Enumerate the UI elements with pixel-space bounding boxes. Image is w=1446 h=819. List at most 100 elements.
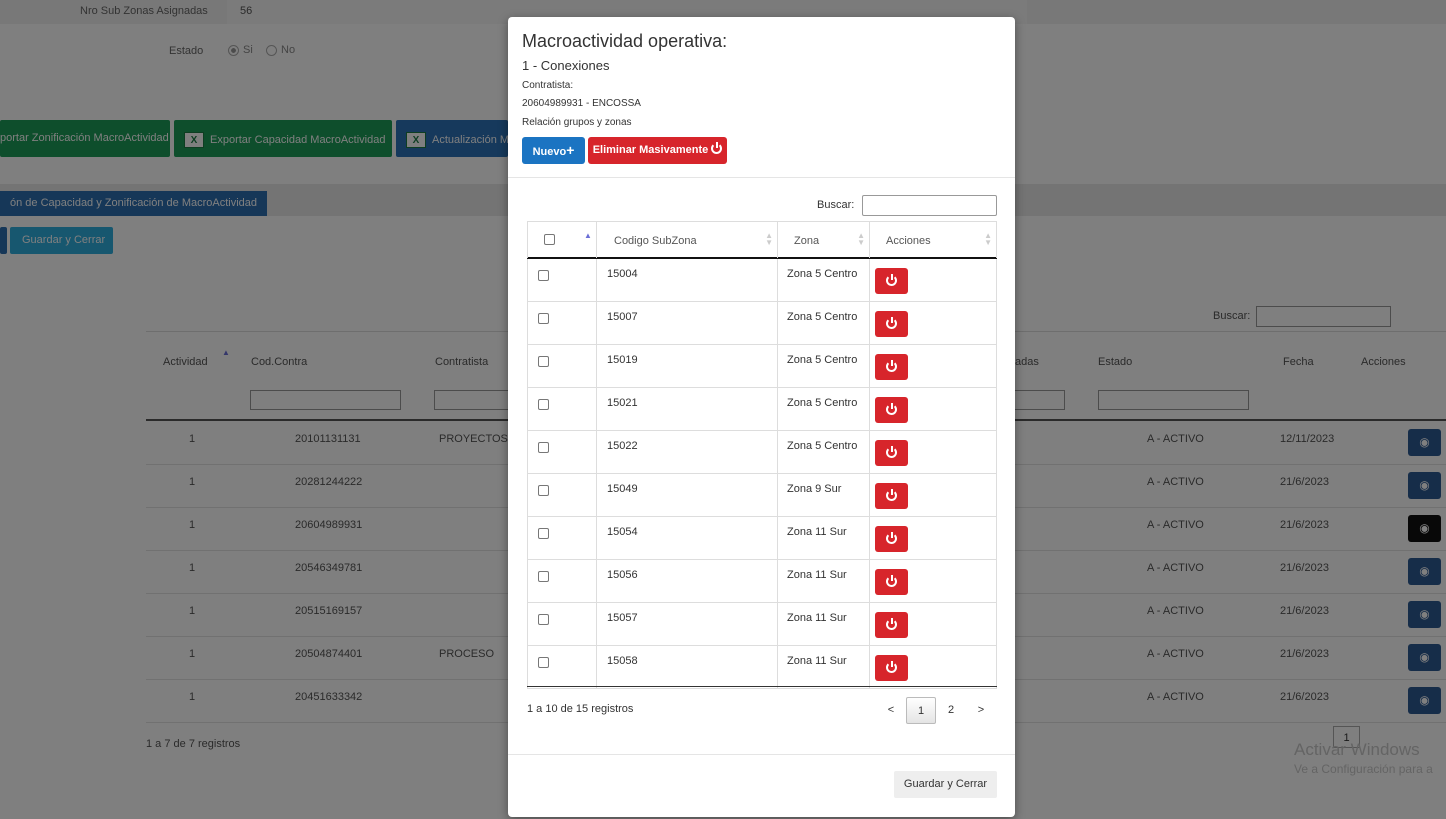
codigo-value: 15049 (607, 483, 638, 495)
row-select-cell (527, 646, 597, 689)
codigo-value: 15007 (607, 311, 638, 323)
power-icon (886, 360, 897, 372)
row-select-cell (527, 560, 597, 603)
delete-row-button[interactable] (875, 268, 908, 294)
th-acciones-label: Acciones (886, 235, 931, 247)
plus-icon: + (566, 142, 575, 158)
codigo-cell: 15054 (597, 517, 778, 560)
codigo-value: 15056 (607, 569, 638, 581)
codigo-value: 15057 (607, 612, 638, 624)
zona-cell: Zona 5 Centro (778, 302, 870, 345)
row-select-cell (527, 345, 597, 388)
zona-value: Zona 5 Centro (787, 268, 858, 280)
row-checkbox[interactable] (538, 571, 549, 582)
th-select-all[interactable]: ▲ (527, 222, 597, 258)
select-all-checkbox[interactable] (544, 234, 555, 245)
th-zona-label: Zona (794, 235, 820, 247)
codigo-cell: 15058 (597, 646, 778, 689)
modal-title: Macroactividad operativa: (522, 31, 728, 51)
zona-cell: Zona 5 Centro (778, 431, 870, 474)
zona-value: Zona 5 Centro (787, 440, 858, 452)
zona-value: Zona 5 Centro (787, 397, 858, 409)
relacion-label: Relación grupos y zonas (522, 117, 632, 128)
row-checkbox[interactable] (538, 528, 549, 539)
codigo-cell: 15022 (597, 431, 778, 474)
zona-value: Zona 11 Sur (787, 612, 847, 624)
subzona-row: 15054 Zona 11 Sur (527, 517, 997, 560)
delete-row-button[interactable] (875, 311, 908, 337)
nuevo-label: Nuevo (532, 146, 567, 158)
delete-row-button[interactable] (875, 440, 908, 466)
modal-divider (508, 177, 1015, 178)
modal-save-close-button[interactable]: Guardar y Cerrar (894, 771, 997, 798)
delete-row-button[interactable] (875, 354, 908, 380)
delete-row-button[interactable] (875, 655, 908, 681)
th-codigo-subzona[interactable]: Codigo SubZona ▲ ▼ (597, 222, 778, 258)
eliminar-label: Eliminar Masivamente (592, 144, 709, 156)
th-zona[interactable]: Zona ▲ ▼ (778, 222, 870, 258)
zona-value: Zona 11 Sur (787, 569, 847, 581)
zona-cell: Zona 11 Sur (778, 646, 870, 689)
zona-cell: Zona 11 Sur (778, 517, 870, 560)
nuevo-button[interactable]: Nuevo+ (522, 137, 585, 164)
subzona-row: 15058 Zona 11 Sur (527, 646, 997, 689)
modal-search-input[interactable] (862, 195, 997, 216)
subzona-row: 15021 Zona 5 Centro (527, 388, 997, 431)
zona-value: Zona 11 Sur (787, 526, 847, 538)
zona-cell: Zona 11 Sur (778, 603, 870, 646)
delete-row-button[interactable] (875, 526, 908, 552)
contratista-value: 20604989931 - ENCOSSA (522, 98, 641, 109)
power-icon (886, 403, 897, 415)
power-icon (886, 317, 897, 329)
codigo-cell: 15049 (597, 474, 778, 517)
sort-icon: ▲ ▼ (984, 231, 992, 247)
power-icon (711, 142, 723, 154)
delete-row-button[interactable] (875, 483, 908, 509)
power-icon (886, 575, 897, 587)
modal-footer-divider (508, 754, 1015, 755)
row-checkbox[interactable] (538, 270, 549, 281)
zona-value: Zona 9 Sur (787, 483, 842, 495)
delete-row-button[interactable] (875, 397, 908, 423)
zona-value: Zona 11 Sur (787, 655, 847, 667)
page-2-button[interactable]: 2 (941, 697, 961, 724)
sort-asc-icon: ▲ (584, 231, 592, 240)
power-icon (886, 618, 897, 630)
subzona-row: 15057 Zona 11 Sur (527, 603, 997, 646)
th-codigo-label: Codigo SubZona (614, 235, 697, 247)
page-next-button[interactable]: > (972, 697, 990, 724)
row-select-cell (527, 603, 597, 646)
row-select-cell (527, 302, 597, 345)
row-select-cell (527, 259, 597, 302)
page-prev-button[interactable]: < (882, 697, 900, 724)
row-select-cell (527, 517, 597, 560)
row-select-cell (527, 431, 597, 474)
row-checkbox[interactable] (538, 313, 549, 324)
power-icon (886, 446, 897, 458)
zona-cell: Zona 5 Centro (778, 388, 870, 431)
modal-subtitle: 1 - Conexiones (522, 58, 610, 73)
page-1-button[interactable]: 1 (906, 697, 936, 724)
modal-search-label: Buscar: (817, 199, 855, 211)
row-checkbox[interactable] (538, 442, 549, 453)
delete-row-button[interactable] (875, 569, 908, 595)
row-checkbox[interactable] (538, 356, 549, 367)
codigo-value: 15058 (607, 655, 638, 667)
row-select-cell (527, 474, 597, 517)
row-checkbox[interactable] (538, 485, 549, 496)
row-checkbox[interactable] (538, 399, 549, 410)
zona-cell: Zona 5 Centro (778, 259, 870, 302)
subzona-row: 15007 Zona 5 Centro (527, 302, 997, 345)
table-bottom-border (527, 686, 997, 687)
eliminar-masivamente-button[interactable]: Eliminar Masivamente (588, 137, 727, 164)
row-checkbox[interactable] (538, 657, 549, 668)
delete-row-button[interactable] (875, 612, 908, 638)
zona-cell: Zona 11 Sur (778, 560, 870, 603)
codigo-value: 15022 (607, 440, 638, 452)
codigo-cell: 15056 (597, 560, 778, 603)
row-checkbox[interactable] (538, 614, 549, 625)
th-acciones[interactable]: Acciones ▲ ▼ (870, 222, 997, 258)
macroactividad-modal: Macroactividad operativa: 1 - Conexiones… (508, 17, 1015, 817)
codigo-cell: 15019 (597, 345, 778, 388)
codigo-cell: 15004 (597, 259, 778, 302)
